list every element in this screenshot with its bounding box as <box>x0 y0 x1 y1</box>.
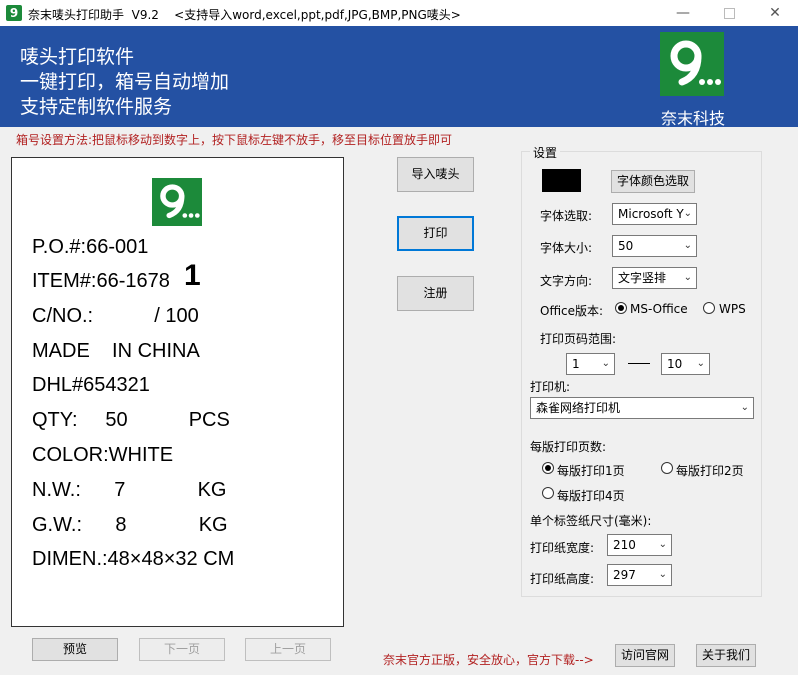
chevron-down-icon: ⌄ <box>683 208 692 219</box>
chevron-down-icon: ⌄ <box>658 569 667 580</box>
box-number-hint: 箱号设置方法:把鼠标移动到数字上，按下鼠标左键不放手，移至目标位置放手即可 <box>16 133 453 147</box>
label-size-title: 单个标签纸尺寸(毫米): <box>530 514 652 528</box>
logo-nine-icon <box>670 40 721 86</box>
visit-website-button[interactable]: 访问官网 <box>615 644 675 667</box>
per-sheet-2-label[interactable]: 每版打印2页 <box>676 462 744 479</box>
range-from-value: 1 <box>572 357 580 371</box>
paper-width-value: 210 <box>613 538 636 552</box>
preview-item-count[interactable]: 1 <box>184 259 201 293</box>
office-wps-label[interactable]: WPS <box>719 302 746 316</box>
preview-color: COLOR:WHITE <box>32 444 174 466</box>
preview-carton-number: C/NO.: / 100 <box>32 305 199 327</box>
preview-net-weight: N.W.: 7 KG <box>32 479 227 501</box>
font-label: 字体选取: <box>540 209 593 223</box>
printer-label: 打印机: <box>530 380 571 394</box>
banner-line-2: 一键打印，箱号自动增加 <box>20 71 230 93</box>
per-sheet-1-label[interactable]: 每版打印1页 <box>557 462 625 479</box>
banner-line-3: 支持定制软件服务 <box>20 96 173 118</box>
preview-logo-icon <box>160 184 200 219</box>
printer-select-value: 森雀网络打印机 <box>536 401 621 415</box>
preview-item: ITEM#:66-1678 <box>32 270 170 292</box>
office-wps-radio[interactable] <box>703 302 715 314</box>
per-sheet-label: 每版打印页数: <box>530 440 607 454</box>
font-select[interactable]: Microsoft Y ⌄ <box>612 203 697 225</box>
per-sheet-1-radio[interactable] <box>542 462 554 474</box>
preview-po: P.O.#:66-001 <box>32 236 149 258</box>
per-sheet-4-radio[interactable] <box>542 487 554 499</box>
office-label: Office版本: <box>540 304 604 318</box>
office-ms-label[interactable]: MS-Office <box>630 302 688 316</box>
banner-line-1: 唛头打印软件 <box>20 46 135 68</box>
size-select-value: 50 <box>618 239 634 253</box>
preview-dhl: DHL#654321 <box>32 374 150 396</box>
per-sheet-2-radio[interactable] <box>661 462 673 474</box>
settings-title: 设置 <box>530 144 561 161</box>
window-title: 奈末唛头打印助手 V9.2 <支持导入word,excel,ppt,pdf,JP… <box>28 8 461 22</box>
direction-select-value: 文字竖排 <box>618 271 667 285</box>
close-icon[interactable]: ✕ <box>752 0 798 26</box>
previous-page-button[interactable]: 上一页 <box>245 638 331 661</box>
font-color-swatch <box>542 169 581 192</box>
register-button[interactable]: 注册 <box>397 276 474 311</box>
chevron-down-icon: ⌄ <box>683 240 692 251</box>
printer-select[interactable]: 森雀网络打印机 ⌄ <box>530 397 754 419</box>
chevron-down-icon: ⌄ <box>696 358 705 369</box>
company-logo <box>660 32 724 96</box>
preview-button[interactable]: 预览 <box>32 638 118 661</box>
range-to-value: 10 <box>667 357 683 371</box>
label-preview[interactable]: P.O.#:66-001 ITEM#:66-1678 1 C/NO.: / 10… <box>11 157 344 627</box>
chevron-down-icon: ⌄ <box>658 539 667 550</box>
direction-label: 文字方向: <box>540 274 593 288</box>
preview-dimensions: DIMEN.:48×48×32 CM <box>32 548 235 570</box>
size-label: 字体大小: <box>540 241 593 255</box>
paper-height-label: 打印纸高度: <box>530 572 595 586</box>
range-separator <box>628 363 650 364</box>
maximize-icon[interactable] <box>706 0 752 26</box>
paper-width-select[interactable]: 210 ⌄ <box>607 534 672 556</box>
range-to-select[interactable]: 10 ⌄ <box>661 353 710 375</box>
direction-select[interactable]: 文字竖排 ⌄ <box>612 267 697 289</box>
range-from-select[interactable]: 1 ⌄ <box>566 353 615 375</box>
preview-made-in: MADE IN CHINA <box>32 340 200 362</box>
page-range-label: 打印页码范围: <box>540 332 617 346</box>
per-sheet-4-label[interactable]: 每版打印4页 <box>557 487 625 504</box>
font-color-button[interactable]: 字体颜色选取 <box>611 170 695 193</box>
paper-height-select[interactable]: 297 ⌄ <box>607 564 672 586</box>
next-page-button[interactable]: 下一页 <box>139 638 225 661</box>
preview-qty: QTY: 50 PCS <box>32 409 230 431</box>
print-button[interactable]: 打印 <box>397 216 474 251</box>
preview-gross-weight: G.W.: 8 KG <box>32 514 228 536</box>
chevron-down-icon: ⌄ <box>683 272 692 283</box>
preview-logo <box>152 178 202 226</box>
official-download-note: 奈末官方正版，安全放心，官方下载--> <box>383 653 594 667</box>
import-button[interactable]: 导入唛头 <box>397 157 474 192</box>
font-select-value: Microsoft Y <box>618 207 684 221</box>
chevron-down-icon: ⌄ <box>740 402 749 413</box>
company-name: 奈末科技 <box>660 109 725 128</box>
minimize-icon[interactable]: — <box>660 0 706 26</box>
paper-height-value: 297 <box>613 568 636 582</box>
office-ms-radio[interactable] <box>615 302 627 314</box>
app-icon: 9 <box>6 5 22 21</box>
size-select[interactable]: 50 ⌄ <box>612 235 697 257</box>
chevron-down-icon: ⌄ <box>601 358 610 369</box>
paper-width-label: 打印纸宽度: <box>530 541 595 555</box>
about-us-button[interactable]: 关于我们 <box>696 644 756 667</box>
